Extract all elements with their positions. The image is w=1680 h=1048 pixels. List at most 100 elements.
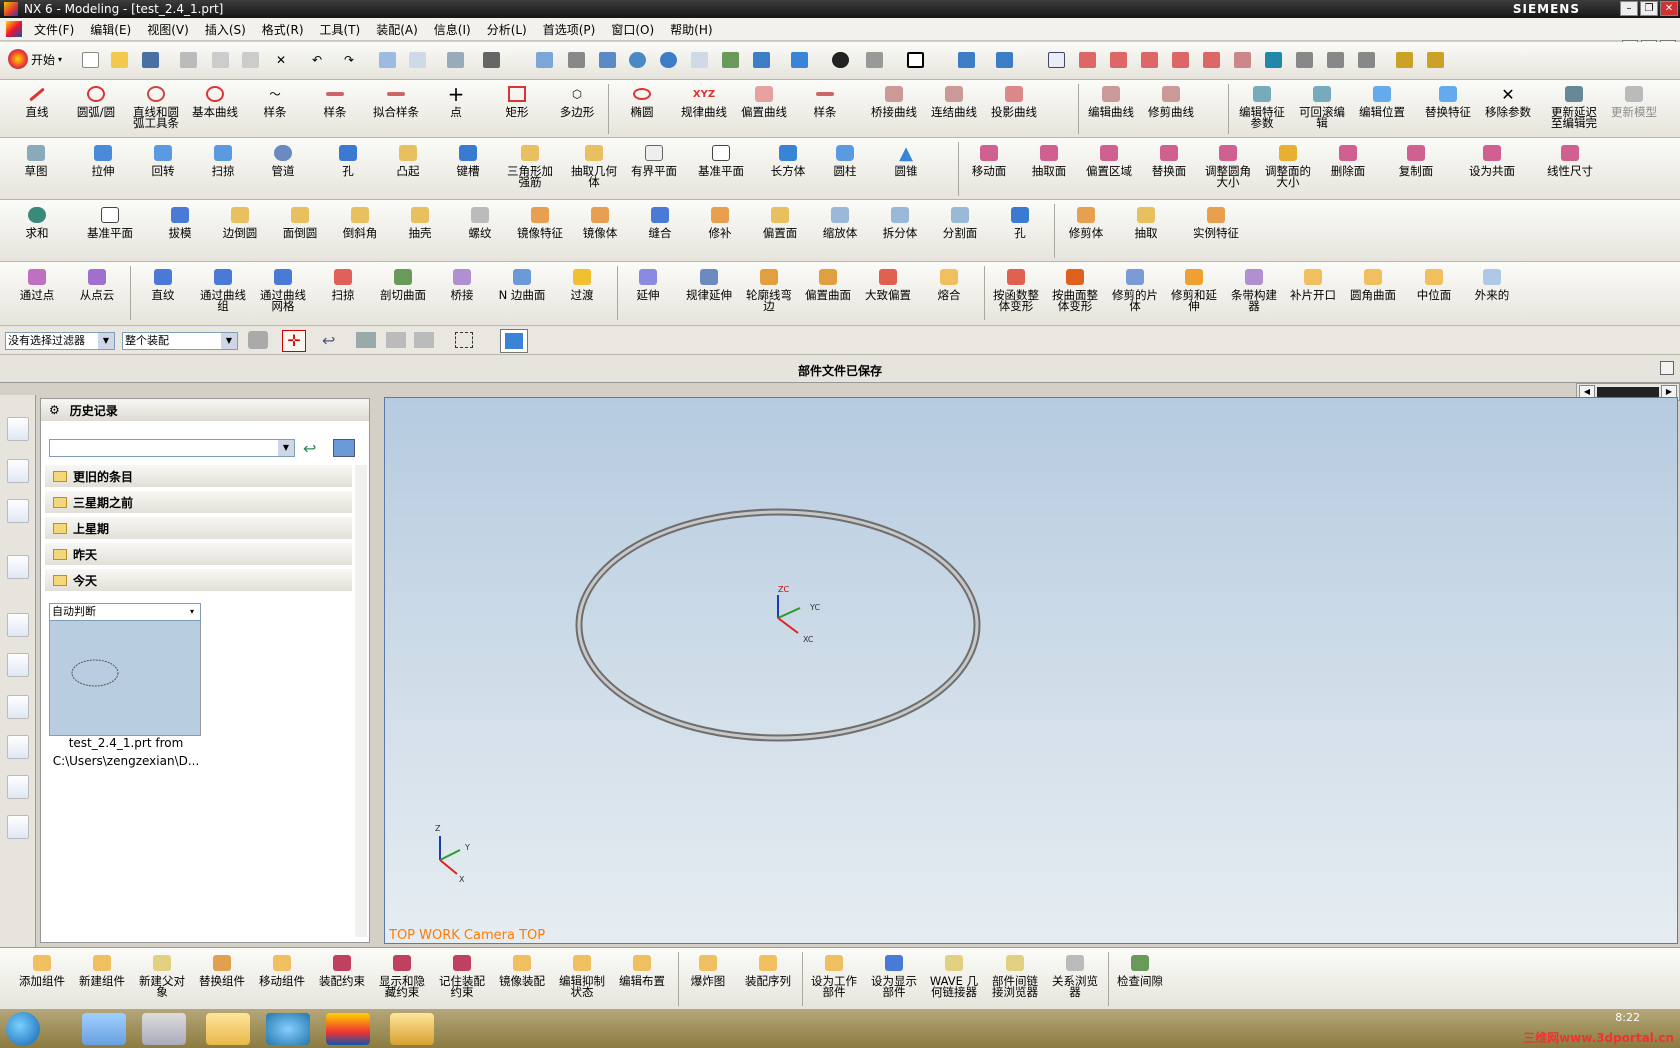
tool-hole2[interactable]: 孔 [998,205,1042,239]
tool-bounded-plane[interactable]: 有界平面 [626,143,682,177]
close-button[interactable]: ✕ [1660,1,1678,16]
tool-patch[interactable]: 修补 [698,205,742,239]
snap-on-curve-icon[interactable] [1293,50,1315,70]
tool-show-hide-constraints[interactable]: 显示和隐 藏约束 [374,953,430,998]
history-filter-dropdown[interactable]: ▼ [49,439,295,457]
tool-sketch[interactable]: 草图 [14,143,58,177]
tool-edge-blend[interactable]: 边倒圆 [216,205,264,239]
tool-from-point-cloud[interactable]: 从点云 [73,267,121,301]
tool-scale-body[interactable]: 缩放体 [816,205,864,239]
tool-datum-plane2[interactable]: 基准平面 [81,205,139,239]
save-icon[interactable] [139,50,161,70]
tool-unite[interactable]: 求和 [15,205,59,239]
background-icon[interactable] [904,50,926,70]
tool-transition[interactable]: 过渡 [560,267,604,301]
tool-flange[interactable]: 轮廓线弯 边 [741,267,797,312]
rectangle-select-icon[interactable] [455,332,473,348]
tool-rough-offset[interactable]: 大致偏置 [860,267,916,301]
snap-quadrant-icon[interactable] [1231,50,1253,70]
type-filter-dropdown[interactable]: 没有选择过滤器 ▼ [5,332,115,350]
roles-icon[interactable] [7,775,29,799]
tool-blend[interactable]: 熔合 [927,267,971,301]
taskbar-calculator-icon[interactable] [142,1013,186,1045]
tool-boss[interactable]: 凸起 [386,143,430,177]
taskbar-mail-icon[interactable] [206,1013,250,1045]
tool-edit-feature-params[interactable]: 编辑特征 参数 [1233,84,1291,129]
tool-wave-geometry-linker[interactable]: WAVE 几 何链接器 [926,953,982,998]
tool-datum-plane[interactable]: 基准平面 [693,143,749,177]
snap-on-face-icon[interactable] [1324,50,1346,70]
open-folder-icon[interactable] [108,50,130,70]
tool-resize-face[interactable]: 调整面的 大小 [1260,143,1316,188]
tool-rib[interactable]: 三角形加 强筋 [502,143,558,188]
pan-icon[interactable] [688,50,710,70]
zoom-window-icon[interactable] [596,50,618,70]
tool-extract-geometry[interactable]: 抽取几何 体 [566,143,622,188]
tool-replace-component[interactable]: 替换组件 [194,953,250,987]
tool-law-extension[interactable]: 规律延伸 [682,267,736,301]
tool-add-component[interactable]: 添加组件 [14,953,70,987]
tool-split-body[interactable]: 拆分体 [876,205,924,239]
shaded-icon[interactable] [863,50,885,70]
process-studio-icon[interactable] [7,735,29,759]
tool-assembly-sequence[interactable]: 装配序列 [740,953,796,987]
tool-line[interactable]: 直线 [15,84,59,118]
tool-interpart-link-browser[interactable]: 部件间链 接浏览器 [986,953,1044,998]
deselect-icon[interactable] [386,332,406,348]
tool-fit-spline[interactable]: 拟合样条 [366,84,426,118]
tool-polygon[interactable]: ⬡ 多边形 [553,84,601,118]
tool-slot[interactable]: 键槽 [446,143,490,177]
cut-icon[interactable] [177,50,199,70]
select-all-icon[interactable] [356,332,376,348]
history-item[interactable]: 自动判断 ▾ [49,603,201,748]
transform-icon[interactable] [406,50,428,70]
layer-icon[interactable] [955,50,977,70]
measure-angle-icon[interactable] [1424,50,1446,70]
snap-mid-icon[interactable] [1107,50,1129,70]
tool-sweep-surface[interactable]: 扫掠 [321,267,365,301]
tool-offset-region[interactable]: 偏置区域 [1081,143,1137,177]
tool-thread[interactable]: 螺纹 [458,205,502,239]
move-layer-icon[interactable] [993,50,1015,70]
filter-settings-icon[interactable] [248,331,268,349]
tool-draft[interactable]: 拔模 [158,205,202,239]
tool-trim-curve[interactable]: 修剪曲线 [1143,84,1199,118]
menu-file[interactable]: 文件(F) [26,21,82,38]
status-expand-icon[interactable] [1660,361,1674,375]
delete-icon[interactable]: ✕ [270,50,292,70]
tool-cone[interactable]: ▲ 圆锥 [884,143,928,177]
tool-make-work-part[interactable]: 设为工作 部件 [806,953,862,998]
tool-through-curves[interactable]: 通过曲线 组 [196,267,250,312]
zoom-icon[interactable] [626,50,648,70]
tool-move-face[interactable]: 移动面 [965,143,1013,177]
tool-global-shape-function[interactable]: 按函数整 体变形 [988,267,1044,312]
snap-control-icon[interactable] [1138,50,1160,70]
pin-icon[interactable]: ⚙ [49,403,60,417]
tool-section-surface[interactable]: 剖切曲面 [377,267,429,301]
tool-mirror-body[interactable]: 镜像体 [575,205,625,239]
tool-arc-circle[interactable]: 圆弧/圆 [68,84,124,118]
snap-point-icon[interactable]: ✛ [282,330,306,352]
paste-icon[interactable] [239,50,261,70]
graphics-window[interactable]: ZC YC XC Z Y X TOP WORK Camera TOP [384,397,1678,944]
tool-patch-openings[interactable]: 补片开口 [1286,267,1340,301]
tool-move-component[interactable]: 移动组件 [254,953,310,987]
maximize-button[interactable]: ❐ [1640,1,1658,16]
scope-dropdown[interactable]: 整个装配 ▼ [122,332,238,350]
tool-line-arc-toolbar[interactable]: 直线和圆 弧工具条 [128,84,184,129]
tool-shell[interactable]: 抽壳 [398,205,442,239]
tool-block[interactable]: 长方体 [764,143,812,177]
tool-delay-update[interactable]: 更新延迟 至编辑完 [1544,84,1604,129]
quick-pick-icon[interactable] [414,332,434,348]
tool-spline[interactable]: 〜样条 [253,84,297,118]
tool-extract[interactable]: 抽取 [1124,205,1168,239]
tool-point[interactable]: + 点 [434,84,478,118]
tool-instance-feature[interactable]: 实例特征 [1188,205,1244,239]
tool-assembly-constraints[interactable]: 装配约束 [314,953,370,987]
tool-law-curve[interactable]: XYZ 规律曲线 [676,84,732,118]
tool-edit-suppression[interactable]: 编辑抑制 状态 [554,953,610,998]
tool-edit-arrangements[interactable]: 编辑布置 [614,953,670,987]
scroll-thumb[interactable] [1597,387,1659,397]
tool-foreign[interactable]: 外来的 [1468,267,1516,301]
tool-edit-position[interactable]: 编辑位置 [1353,84,1411,118]
